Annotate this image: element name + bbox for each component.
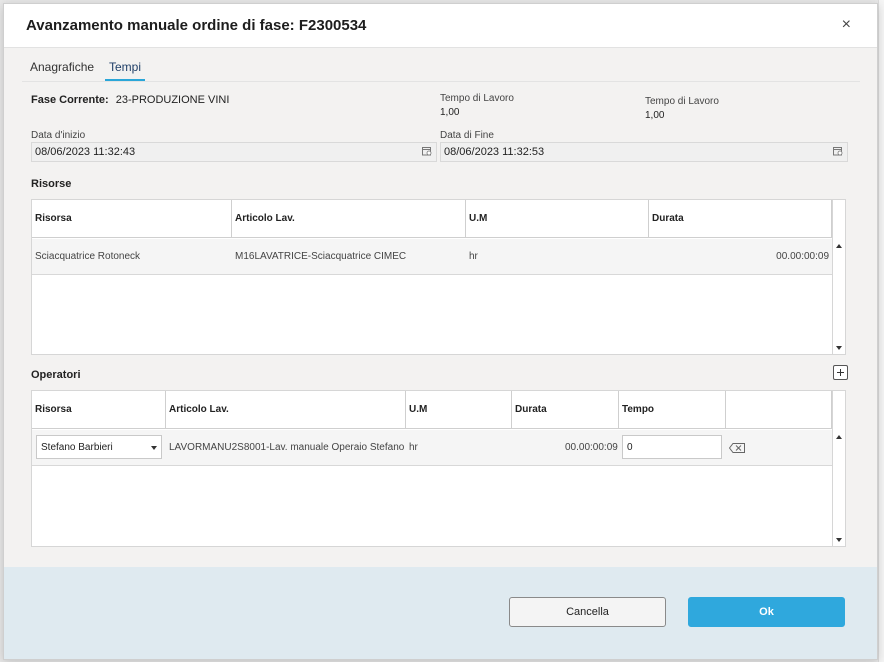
operatori-grid: Risorsa Articolo Lav. U.M Durata Tempo S… — [31, 390, 846, 547]
column-header-durata[interactable]: Durata — [649, 200, 832, 238]
column-header-actions — [726, 391, 832, 429]
scroll-down-icon[interactable] — [836, 346, 842, 350]
cancel-button[interactable]: Cancella — [509, 597, 666, 627]
cell-articolo: LAVORMANU2S8001-Lav. manuale Operaio Ste… — [169, 442, 405, 453]
column-header-risorsa[interactable]: Risorsa — [32, 200, 232, 238]
data-inizio-value: 08/06/2023 11:32:43 — [35, 146, 136, 158]
table-row[interactable]: Stefano Barbieri LAVORMANU2S8001-Lav. ma… — [32, 430, 832, 466]
risorse-scrollbar[interactable] — [832, 200, 845, 354]
chevron-down-icon — [151, 446, 157, 450]
dialog-title: Avanzamento manuale ordine di fase: F230… — [26, 17, 367, 34]
tempo-lavoro-label-2: Tempo di Lavoro — [645, 96, 719, 107]
column-header-articolo[interactable]: Articolo Lav. — [166, 391, 406, 429]
operatori-grid-header: Risorsa Articolo Lav. U.M Durata Tempo — [32, 391, 832, 429]
cell-um: hr — [469, 251, 478, 262]
fase-label: Fase Corrente: — [31, 94, 109, 106]
fase-value: 23-PRODUZIONE VINI — [115, 94, 230, 106]
scroll-up-icon[interactable] — [836, 435, 842, 439]
tempo-lavoro-value-1: 1,00 — [440, 107, 460, 118]
background-app-strip — [878, 0, 884, 662]
column-header-durata[interactable]: Durata — [512, 391, 619, 429]
data-fine-value: 08/06/2023 11:32:53 — [444, 146, 545, 158]
column-header-risorsa[interactable]: Risorsa — [32, 391, 166, 429]
scroll-down-icon[interactable] — [836, 538, 842, 542]
close-icon[interactable]: × — [842, 16, 851, 34]
tab-bar: Anagrafiche Tempi — [22, 56, 860, 82]
tempo-input[interactable]: 0 — [622, 435, 722, 459]
fase-corrente: Fase Corrente: 23-PRODUZIONE VINI — [31, 94, 229, 106]
column-header-articolo[interactable]: Articolo Lav. — [232, 200, 466, 238]
column-header-tempo[interactable]: Tempo — [619, 391, 726, 429]
cell-durata: 00.00:00:09 — [776, 251, 829, 262]
delete-row-icon[interactable] — [729, 443, 745, 453]
risorsa-select-value: Stefano Barbieri — [41, 442, 113, 453]
tempo-lavoro-value-2: 1,00 — [645, 110, 665, 121]
table-row[interactable]: Sciacquatrice Rotoneck M16LAVATRICE-Scia… — [32, 239, 832, 275]
data-fine-field[interactable]: 08/06/2023 11:32:53 — [440, 142, 848, 162]
risorse-title: Risorse — [31, 178, 72, 190]
scroll-up-icon[interactable] — [836, 244, 842, 248]
risorse-grid: Risorsa Articolo Lav. U.M Durata Sciacqu… — [31, 199, 846, 355]
cell-risorsa: Sciacquatrice Rotoneck — [35, 251, 141, 262]
calendar-icon[interactable] — [833, 146, 843, 156]
cell-durata: 00.00:00:09 — [565, 442, 618, 453]
dialog-footer: Cancella Ok — [4, 567, 877, 659]
tempo-lavoro-label-1: Tempo di Lavoro — [440, 93, 514, 104]
operatori-scrollbar[interactable] — [832, 391, 845, 546]
risorsa-select[interactable]: Stefano Barbieri — [36, 435, 162, 459]
tempo-value: 0 — [627, 442, 633, 453]
data-inizio-field[interactable]: 08/06/2023 11:32:43 — [31, 142, 437, 162]
operatori-title: Operatori — [31, 369, 81, 381]
calendar-icon[interactable] — [422, 146, 432, 156]
tab-tempi[interactable]: Tempi — [104, 60, 146, 81]
tab-anagrafiche[interactable]: Anagrafiche — [30, 60, 94, 74]
data-fine-label: Data di Fine — [440, 130, 494, 141]
cell-um: hr — [409, 442, 418, 453]
column-header-um[interactable]: U.M — [466, 200, 649, 238]
risorse-grid-header: Risorsa Articolo Lav. U.M Durata — [32, 200, 832, 238]
data-inizio-label: Data d'inizio — [31, 130, 86, 141]
ok-button[interactable]: Ok — [688, 597, 845, 627]
add-operator-icon[interactable] — [833, 365, 848, 380]
column-header-um[interactable]: U.M — [406, 391, 512, 429]
dialog-header: Avanzamento manuale ordine di fase: F230… — [4, 4, 877, 48]
cell-articolo: M16LAVATRICE-Sciacquatrice CIMEC — [235, 251, 407, 262]
advance-order-dialog: Avanzamento manuale ordine di fase: F230… — [3, 3, 878, 660]
